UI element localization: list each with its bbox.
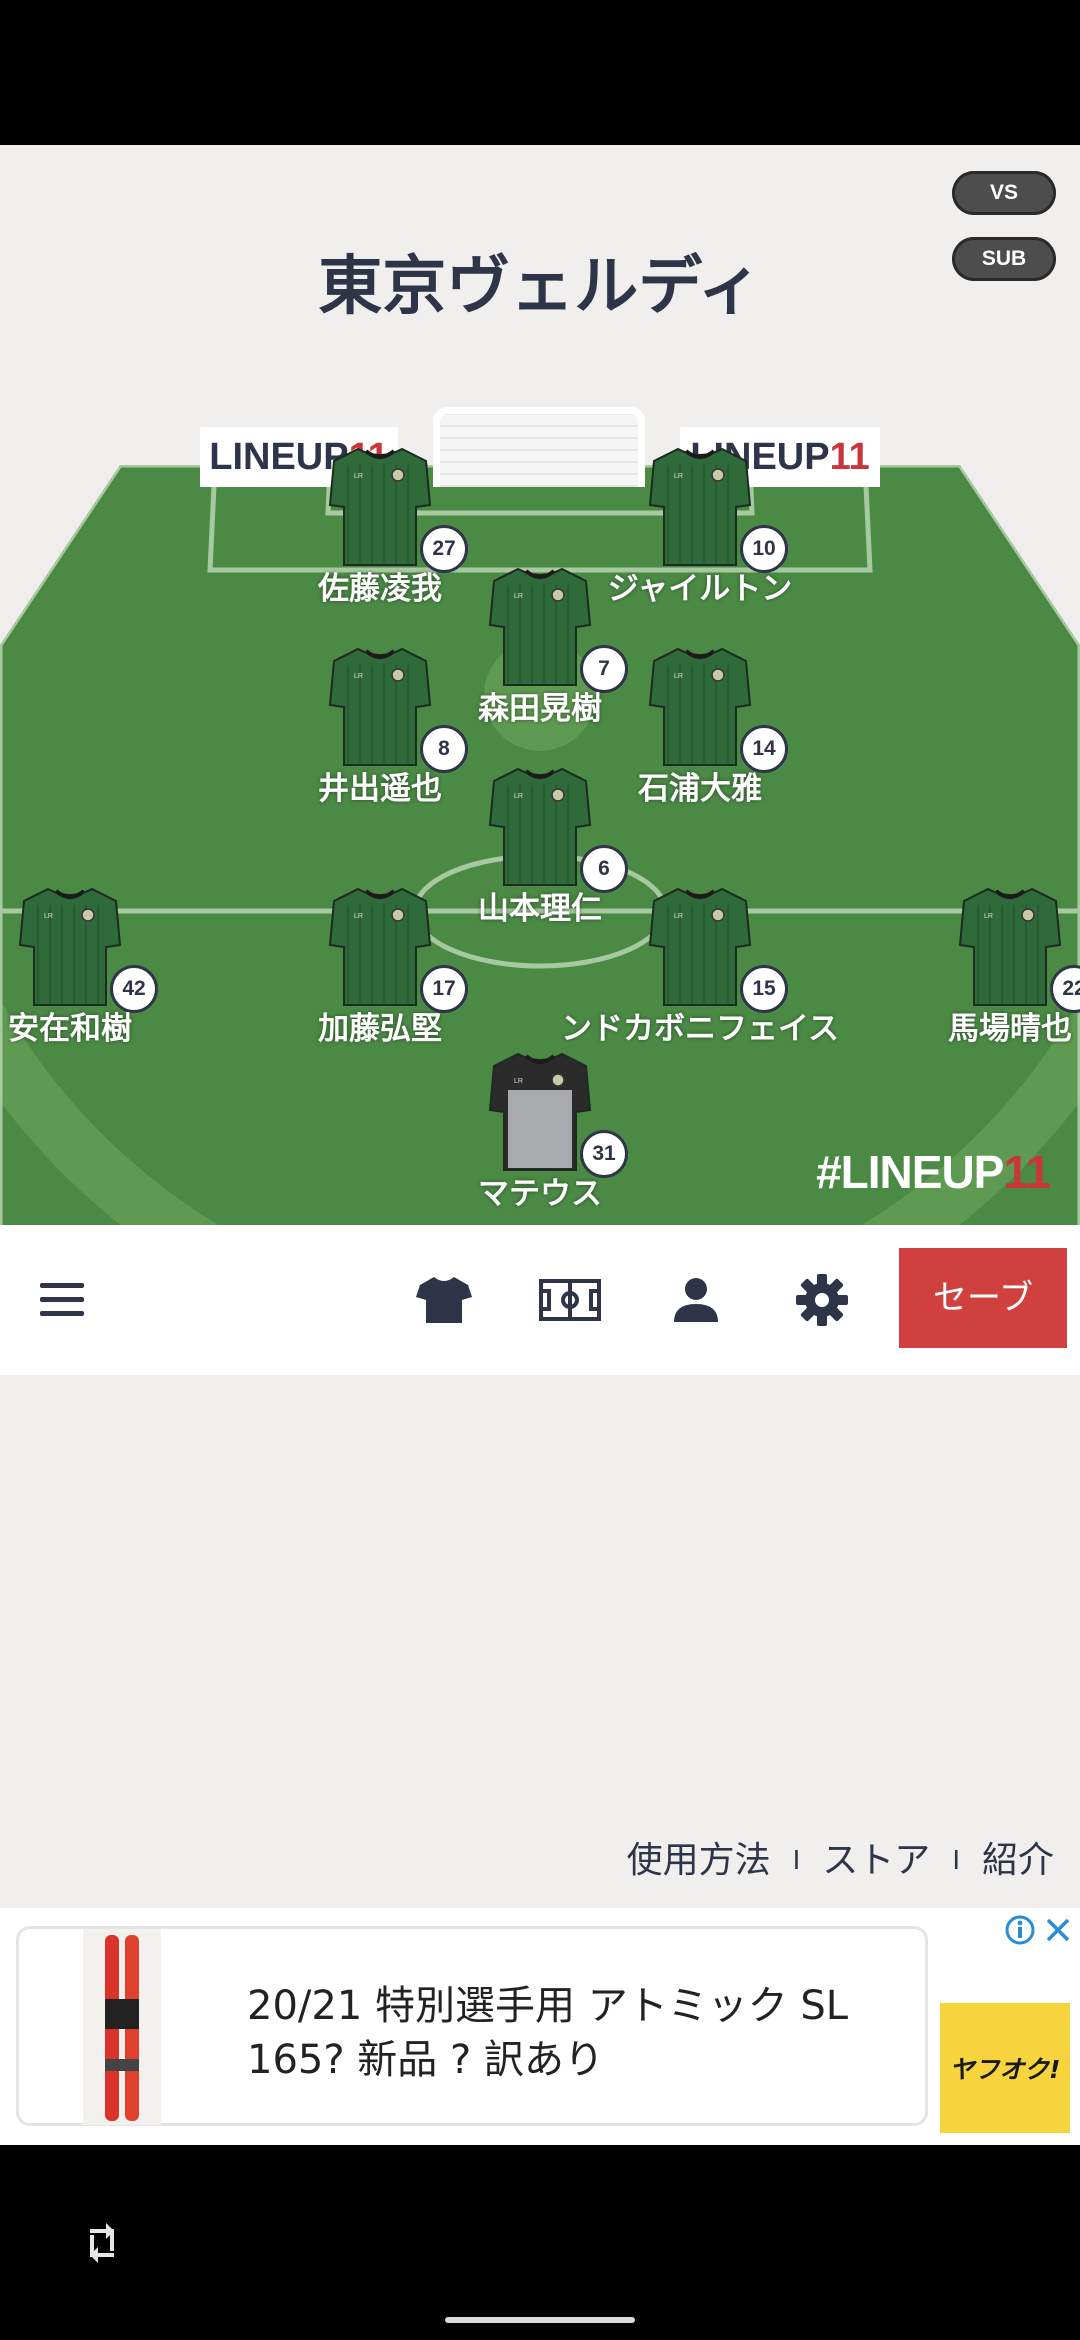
ad-banner[interactable]: 20/21 特別選手用 アトミック SL 165? 新品 ? 訳あり ヤフオク! bbox=[0, 1908, 1080, 2145]
svg-text:LR: LR bbox=[674, 473, 683, 480]
footer-link-referral[interactable]: 紹介 bbox=[982, 1840, 1054, 1881]
sub-button[interactable]: SUB bbox=[952, 237, 1056, 281]
vs-button[interactable]: VS bbox=[952, 171, 1056, 215]
svg-text:LR: LR bbox=[674, 913, 683, 920]
footer-link-howto[interactable]: 使用方法 bbox=[627, 1840, 771, 1881]
shirt-icon[interactable] bbox=[404, 1225, 484, 1375]
svg-text:LR: LR bbox=[44, 913, 53, 920]
ad-info-icon[interactable] bbox=[1004, 1914, 1036, 1950]
bottom-toolbar: セーブ bbox=[0, 1225, 1080, 1375]
player-9[interactable]: LR 15 ンドカボニフェイス bbox=[561, 885, 839, 1047]
player-name: 馬場晴也 bbox=[948, 1011, 1072, 1047]
hashtag-text: #LINEUP bbox=[816, 1146, 1004, 1198]
menu-icon[interactable] bbox=[22, 1225, 102, 1375]
status-bar bbox=[0, 0, 1080, 145]
svg-text:LR: LR bbox=[674, 673, 683, 680]
footer-separator: I bbox=[952, 1846, 960, 1876]
svg-text:LR: LR bbox=[514, 593, 523, 600]
gear-icon[interactable] bbox=[782, 1225, 862, 1375]
pitch-icon[interactable] bbox=[530, 1225, 610, 1375]
team-title: 東京ヴェルディ bbox=[318, 250, 762, 324]
home-gesture-bar[interactable] bbox=[445, 2317, 635, 2323]
player-name: ンドカボニフェイス bbox=[560, 1011, 840, 1047]
player-7[interactable]: LR 42 安在和樹 bbox=[0, 885, 170, 1047]
ad-card[interactable]: 20/21 特別選手用 アトミック SL 165? 新品 ? 訳あり bbox=[16, 1926, 928, 2126]
lineup-hashtag: #LINEUP11 bbox=[816, 1145, 1051, 1199]
svg-text:LR: LR bbox=[354, 673, 363, 680]
player-8[interactable]: LR 17 加藤弘堅 bbox=[280, 885, 480, 1047]
footer-link-store[interactable]: ストア bbox=[822, 1840, 930, 1881]
footer-links: 使用方法 I ストア I 紹介 bbox=[627, 1831, 1054, 1883]
ad-close-icon[interactable] bbox=[1044, 1916, 1072, 1948]
player-10[interactable]: LR 22 馬場晴也 bbox=[910, 885, 1080, 1047]
hashtag-accent: 11 bbox=[1003, 1146, 1051, 1198]
player-name: 加藤弘堅 bbox=[318, 1011, 442, 1047]
svg-text:LR: LR bbox=[984, 913, 993, 920]
ad-headline: 20/21 特別選手用 アトミック SL 165? 新品 ? 訳あり bbox=[247, 1983, 849, 2083]
ad-brand-logo[interactable]: ヤフオク! bbox=[940, 2003, 1070, 2133]
rotate-icon[interactable] bbox=[82, 2217, 122, 2273]
footer-separator: I bbox=[792, 1846, 801, 1876]
banner-accent: 11 bbox=[829, 436, 870, 478]
svg-text:LR: LR bbox=[514, 793, 523, 800]
svg-text:LR: LR bbox=[514, 1078, 523, 1085]
svg-text:LR: LR bbox=[354, 473, 363, 480]
player-name: 安在和樹 bbox=[8, 1011, 132, 1047]
svg-text:LR: LR bbox=[354, 913, 363, 920]
player-11[interactable]: LR 31 マテウス bbox=[440, 1050, 640, 1212]
lineup-app: 東京ヴェルディ VS SUB LINEUP11 bbox=[0, 145, 1080, 1908]
ad-product-image bbox=[83, 1929, 161, 2125]
system-nav-bar bbox=[0, 2145, 1080, 2340]
person-icon[interactable] bbox=[656, 1225, 736, 1375]
save-button[interactable]: セーブ bbox=[899, 1248, 1067, 1348]
player-name: マテウス bbox=[478, 1176, 602, 1212]
